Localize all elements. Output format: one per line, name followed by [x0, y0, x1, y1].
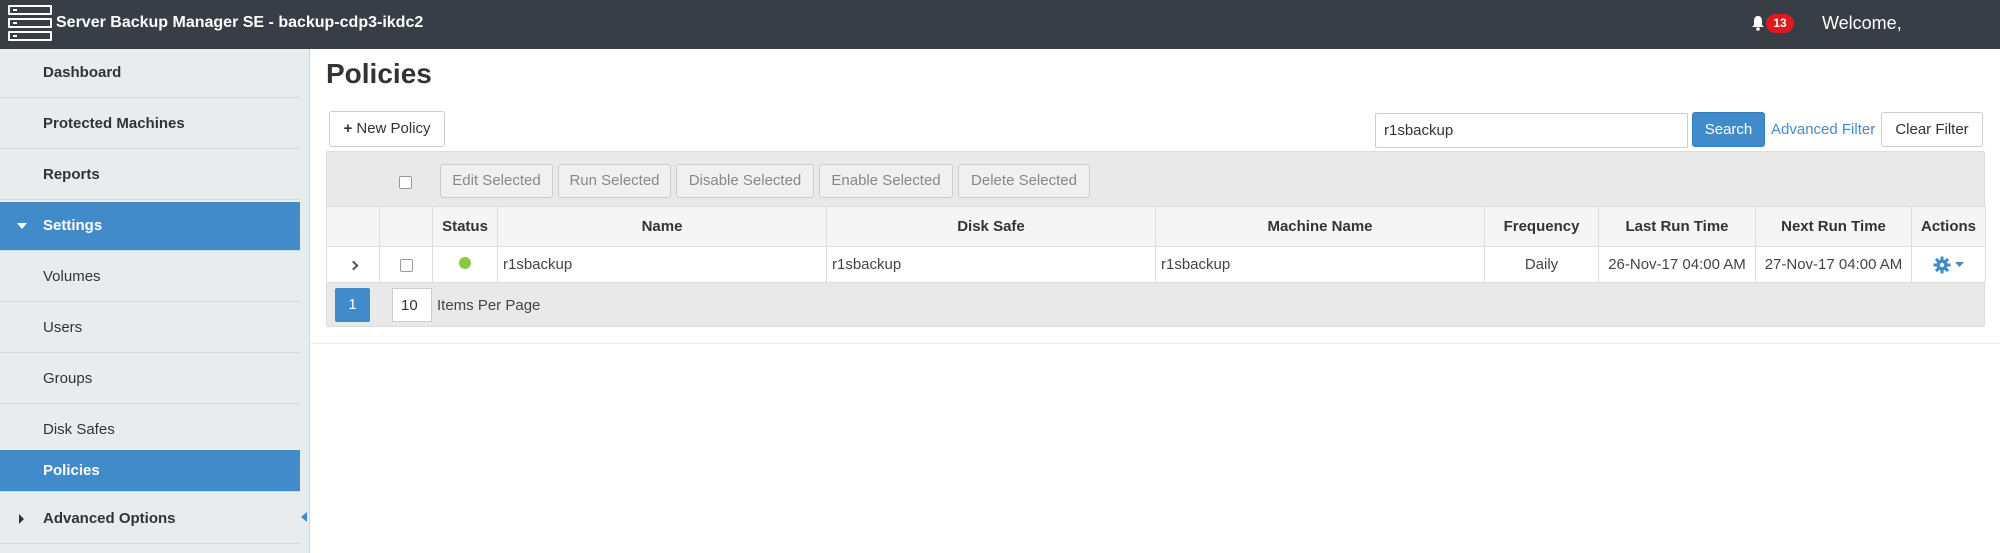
- disable-selected-button[interactable]: Disable Selected: [676, 164, 814, 198]
- sidebar-item-label: Reports: [43, 166, 100, 183]
- sidebar-item-protected-machines[interactable]: Protected Machines: [0, 100, 300, 149]
- name-column-header[interactable]: Name: [497, 206, 827, 247]
- sidebar-item-groups[interactable]: Groups: [0, 355, 300, 404]
- status-ok-icon: [459, 257, 471, 269]
- gear-icon: [1933, 256, 1951, 274]
- clear-filter-button[interactable]: Clear Filter: [1881, 112, 1983, 147]
- advanced-filter-link[interactable]: Advanced Filter: [1771, 121, 1875, 138]
- frequency-column-header[interactable]: Frequency: [1484, 206, 1599, 247]
- next-run-cell: 27-Nov-17 04:00 AM: [1755, 246, 1912, 283]
- actions-cell: [1911, 246, 1986, 283]
- bell-icon[interactable]: [1751, 15, 1765, 31]
- actions-column-header: Actions: [1911, 206, 1986, 247]
- notification-badge[interactable]: 13: [1766, 14, 1794, 33]
- actions-dropdown-button[interactable]: [1933, 255, 1965, 274]
- enable-selected-button[interactable]: Enable Selected: [819, 164, 953, 198]
- expand-row-cell[interactable]: [326, 246, 380, 283]
- name-cell: r1sbackup: [497, 246, 827, 283]
- sidebar-item-label: Disk Safes: [43, 421, 115, 438]
- caret-down-icon: [17, 223, 27, 229]
- welcome-text[interactable]: Welcome,: [1822, 13, 1902, 34]
- edit-selected-button[interactable]: Edit Selected: [440, 164, 553, 198]
- sidebar-item-dashboard[interactable]: Dashboard: [0, 49, 300, 98]
- disk-safe-cell: r1sbackup: [826, 246, 1156, 283]
- caret-right-icon: [19, 514, 24, 524]
- select-all-checkbox[interactable]: [399, 176, 412, 189]
- machine-name-cell: r1sbackup: [1155, 246, 1485, 283]
- disk-safe-column-header[interactable]: Disk Safe: [826, 206, 1156, 247]
- sidebar-item-disk-safes[interactable]: Disk Safes: [0, 406, 300, 455]
- app-title: Server Backup Manager SE - backup-cdp3-i…: [56, 14, 424, 31]
- status-column-header[interactable]: Status: [432, 206, 498, 247]
- top-bar: Server Backup Manager SE - backup-cdp3-i…: [0, 0, 2000, 49]
- run-selected-button[interactable]: Run Selected: [558, 164, 671, 198]
- sidebar-item-users[interactable]: Users: [0, 304, 300, 353]
- collapse-sidebar-icon[interactable]: [301, 512, 307, 522]
- expand-column-header: [326, 206, 380, 247]
- frequency-cell: Daily: [1484, 246, 1599, 283]
- sidebar-item-volumes[interactable]: Volumes: [0, 253, 300, 302]
- content-divider: [310, 343, 2000, 344]
- sidebar-item-label: Users: [43, 319, 83, 336]
- sidebar-item-label: Settings: [43, 217, 103, 234]
- search-button[interactable]: Search: [1692, 112, 1765, 147]
- caret-down-icon: [1955, 261, 1965, 267]
- select-column-header: [379, 206, 433, 247]
- sidebar-item-label: Protected Machines: [43, 115, 185, 132]
- last-run-column-header[interactable]: Last Run Time: [1598, 206, 1756, 247]
- sidebar-item-advanced-options[interactable]: Advanced Options: [0, 495, 300, 544]
- next-run-column-header[interactable]: Next Run Time: [1755, 206, 1912, 247]
- sidebar-item-label: Volumes: [43, 268, 101, 285]
- search-input[interactable]: [1375, 113, 1688, 148]
- page-title: Policies: [326, 58, 432, 89]
- items-per-page-label: Items Per Page: [437, 297, 541, 314]
- pagination-page-1[interactable]: 1: [335, 288, 370, 322]
- new-policy-button[interactable]: + New Policy: [329, 111, 445, 147]
- sidebar-item-label: Policies: [43, 462, 100, 479]
- table-row[interactable]: r1sbackup r1sbackup r1sbackup Daily 26-N…: [326, 246, 1986, 283]
- row-checkbox[interactable]: [399, 258, 413, 272]
- sidebar-item-label: Groups: [43, 370, 93, 387]
- machine-name-column-header[interactable]: Machine Name: [1155, 206, 1485, 247]
- sidebar-item-settings[interactable]: Settings: [0, 202, 300, 251]
- new-policy-label: New Policy: [356, 120, 431, 137]
- status-cell: [432, 246, 498, 283]
- server-logo-icon: [8, 5, 52, 43]
- sidebar-item-label: Advanced Options: [43, 510, 176, 527]
- items-per-page-input[interactable]: [392, 288, 432, 322]
- chevron-right-icon[interactable]: [348, 260, 358, 271]
- sidebar-item-label: Dashboard: [43, 64, 122, 81]
- sidebar-item-policies[interactable]: Policies: [0, 450, 300, 492]
- row-select-cell: [379, 246, 433, 283]
- sidebar: Dashboard Protected Machines Reports Set…: [0, 49, 310, 553]
- last-run-cell: 26-Nov-17 04:00 AM: [1598, 246, 1756, 283]
- sidebar-item-reports[interactable]: Reports: [0, 151, 300, 200]
- plus-icon: +: [343, 120, 353, 137]
- policies-table: Status Name Disk Safe Machine Name Frequ…: [326, 206, 1986, 283]
- table-header-row: Status Name Disk Safe Machine Name Frequ…: [326, 206, 1986, 247]
- delete-selected-button[interactable]: Delete Selected: [958, 164, 1090, 198]
